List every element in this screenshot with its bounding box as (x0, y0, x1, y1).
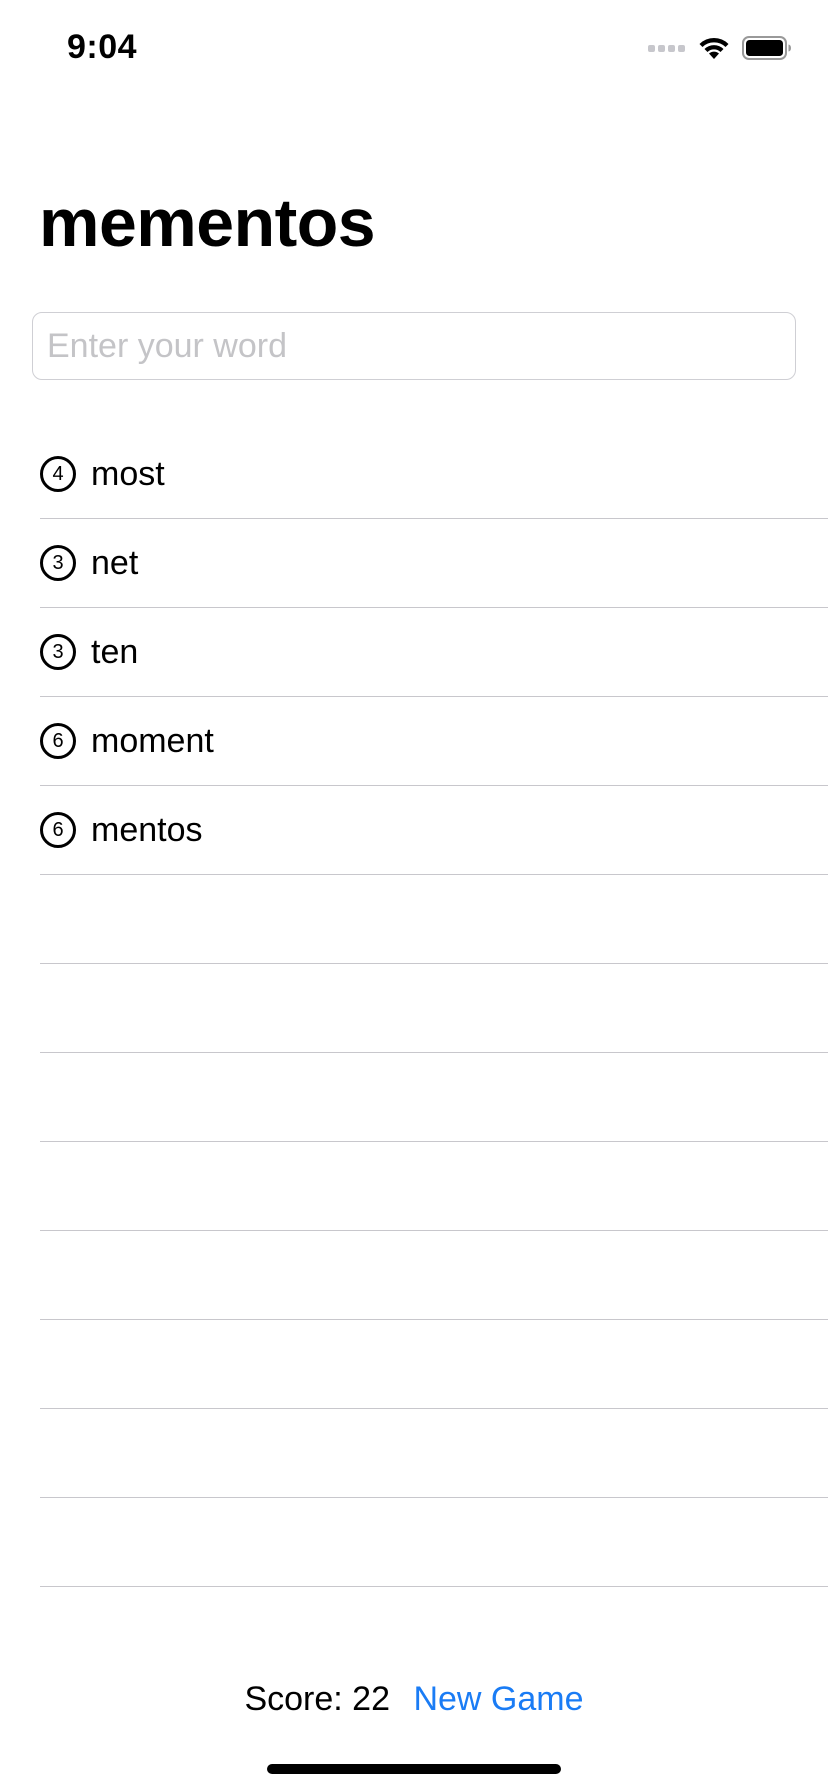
word-text: ten (91, 632, 139, 671)
word-list: 4 most 3 net 3 ten 6 moment 6 mentos (0, 430, 828, 1587)
empty-row (40, 1231, 828, 1320)
new-game-button[interactable]: New Game (413, 1680, 583, 1718)
letter-count-badge: 6 (40, 812, 76, 848)
empty-row (40, 1320, 828, 1409)
empty-row (40, 964, 828, 1053)
word-row[interactable]: 3 net (40, 519, 828, 608)
page-title: mementos (39, 185, 376, 261)
empty-row (40, 1053, 828, 1142)
empty-row (40, 875, 828, 964)
status-icons (648, 34, 792, 66)
letter-count-badge: 3 (40, 545, 76, 581)
empty-row (40, 1498, 828, 1587)
word-row[interactable]: 3 ten (40, 608, 828, 697)
footer-toolbar: Score: 22 New Game (0, 1680, 828, 1719)
status-time: 9:04 (67, 28, 138, 66)
letter-count-badge: 3 (40, 634, 76, 670)
empty-row (40, 1142, 828, 1231)
word-text: mentos (91, 810, 203, 849)
word-row[interactable]: 6 moment (40, 697, 828, 786)
word-row[interactable]: 6 mentos (40, 786, 828, 875)
signal-icon (648, 41, 686, 59)
score-label: Score: 22 (244, 1680, 390, 1718)
letter-count-badge: 4 (40, 456, 76, 492)
empty-row (40, 1409, 828, 1498)
letter-count-badge: 6 (40, 723, 76, 759)
word-text: most (91, 454, 165, 493)
word-input[interactable] (32, 312, 796, 380)
wifi-icon (698, 35, 730, 66)
home-indicator (267, 1764, 561, 1774)
word-text: moment (91, 721, 214, 760)
status-bar: 9:04 (0, 0, 828, 100)
word-row[interactable]: 4 most (40, 430, 828, 519)
battery-icon (742, 35, 792, 65)
word-text: net (91, 543, 139, 582)
